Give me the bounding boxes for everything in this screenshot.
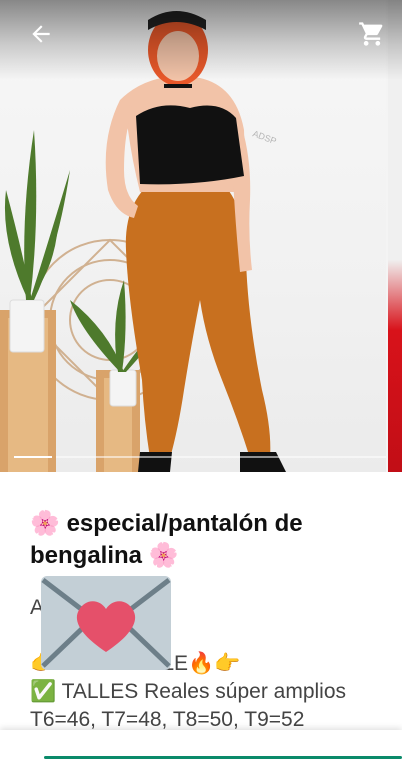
shopping-cart-icon bbox=[359, 22, 383, 46]
heart-envelope-icon bbox=[41, 576, 171, 670]
carousel-indicator-active bbox=[14, 456, 52, 458]
carousel-indicator-track bbox=[56, 456, 386, 458]
description-line: ✅ TALLES Reales súper amplios bbox=[30, 680, 347, 703]
flower-emoji: 🌸 bbox=[148, 542, 179, 569]
flower-emoji: 🌸 bbox=[30, 510, 60, 537]
bottom-action-bar[interactable] bbox=[0, 730, 402, 759]
heart-envelope-sticker bbox=[39, 574, 173, 672]
top-gradient-overlay bbox=[0, 0, 402, 80]
cart-button[interactable] bbox=[354, 16, 390, 52]
svg-text:ADSP: ADSP bbox=[251, 128, 277, 146]
product-title: 🌸 especial/pantalón de bengalina 🌸 bbox=[30, 508, 380, 572]
arrow-left-icon bbox=[32, 25, 50, 43]
back-button[interactable] bbox=[23, 16, 59, 52]
product-image-carousel[interactable]: ADSP bbox=[0, 0, 402, 472]
